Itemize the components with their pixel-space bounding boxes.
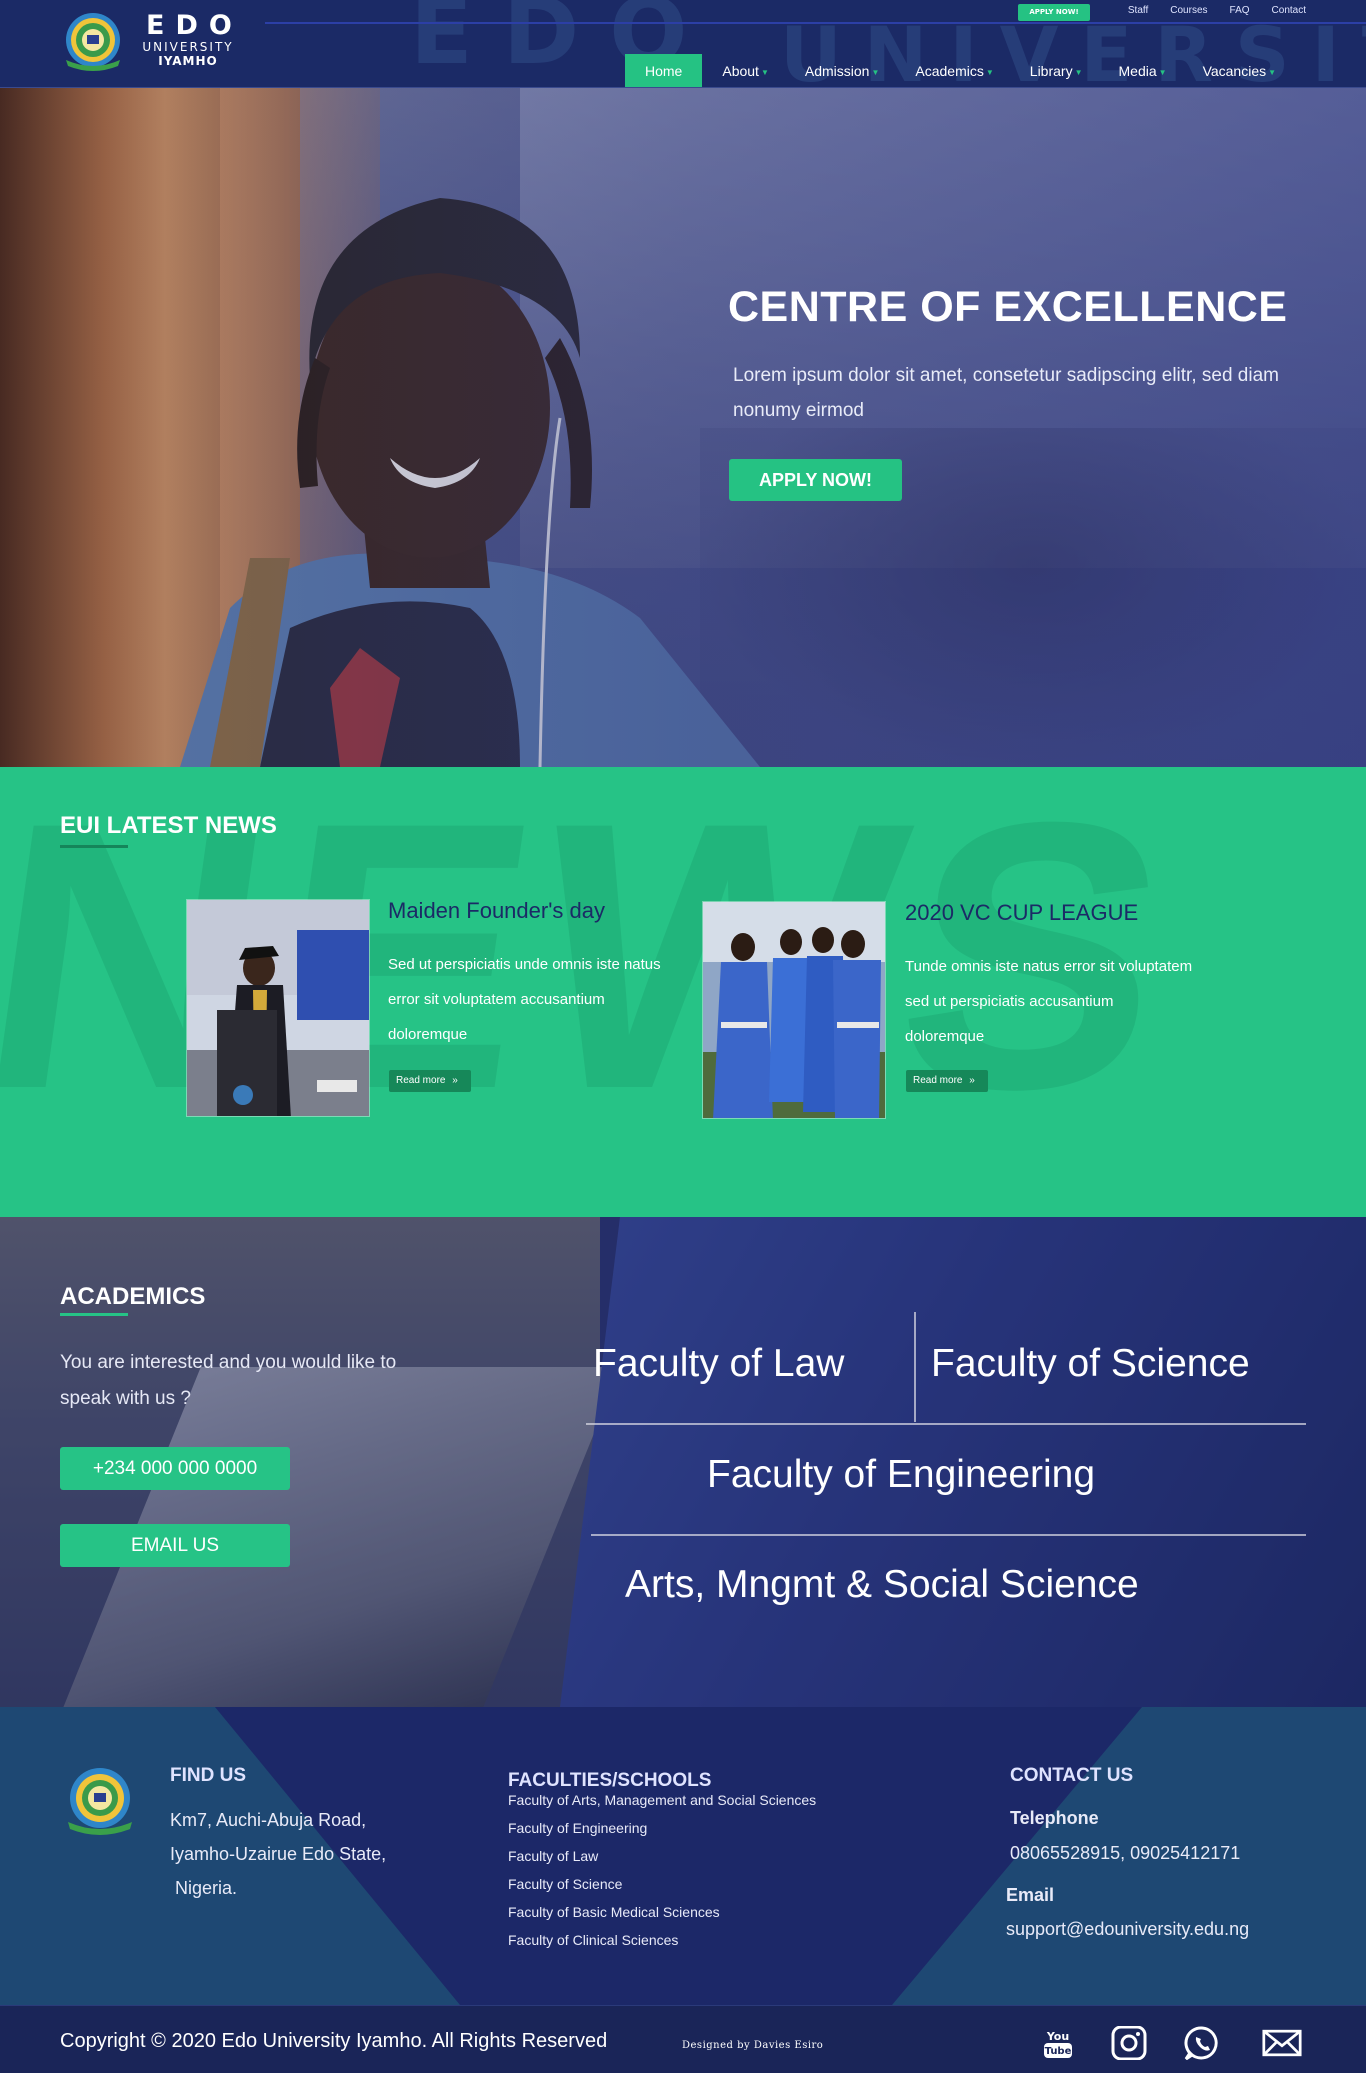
nav-label: Media (1118, 63, 1157, 79)
nav-label: Library (1029, 63, 1073, 79)
faculty-engineering-link[interactable]: Faculty of Engineering (707, 1453, 1095, 1497)
nav-item-library[interactable]: Library ▼ (1012, 54, 1101, 87)
news-image-vc-cup[interactable] (702, 901, 886, 1119)
top-utility-links: Staff Courses FAQ Contact (1128, 5, 1306, 16)
footer-faculty-clinical-link[interactable]: Faculty of Clinical Sciences (508, 1926, 816, 1954)
nav-item-about[interactable]: About ▼ (704, 54, 787, 87)
email-value[interactable]: support@edouniversity.edu.ng (1006, 1919, 1249, 1940)
address-block: Km7, Auchi-Abuja Road, Iyamho-Uzairue Ed… (170, 1803, 386, 1905)
caret-down-icon: ▼ (1158, 68, 1167, 77)
faculty-divider-2 (591, 1534, 1306, 1536)
address-line-2: Iyamho-Uzairue Edo State, (170, 1844, 387, 1864)
nav-item-home[interactable]: Home (625, 54, 703, 87)
telephone-label: Telephone (1010, 1808, 1099, 1828)
university-crest-icon[interactable] (58, 8, 128, 78)
instagram-icon[interactable] (1108, 2026, 1148, 2060)
nav-label: Vacancies (1202, 63, 1267, 79)
news-title-underline (60, 845, 128, 848)
bottom-bar: Copyright © 2020 Edo University Iyamho. … (0, 2005, 1366, 2073)
academics-text: You are interested and you would like to… (60, 1352, 397, 1409)
footer-faculty-list: Faculty of Arts, Management and Social S… (508, 1786, 816, 1954)
read-more-button-2[interactable]: Read more » (906, 1070, 988, 1092)
read-more-label: Read more (396, 1075, 446, 1086)
news-heading-1[interactable]: Maiden Founder's day (388, 898, 605, 924)
top-link-staff[interactable]: Staff (1128, 5, 1148, 16)
contact-title: CONTACT US (1010, 1765, 1134, 1786)
faculty-divider-1 (586, 1423, 1306, 1425)
faculty-science-link[interactable]: Faculty of Science (931, 1342, 1250, 1386)
copyright-text: Copyright © 2020 Edo University Iyamho. … (60, 2030, 608, 2052)
footer-faculty-basic-medical-link[interactable]: Faculty of Basic Medical Sciences (508, 1898, 816, 1926)
hero-title: CENTRE OF EXCELLENCE (728, 283, 1288, 331)
address-line-1: Km7, Auchi-Abuja Road, (170, 1810, 367, 1830)
nav-label: Home (645, 63, 683, 79)
logo-iyamho-text: IYAMHO (158, 54, 218, 68)
caret-down-icon: ▼ (1268, 68, 1277, 77)
read-more-button-1[interactable]: Read more » (389, 1070, 471, 1092)
caret-down-icon: ▼ (760, 68, 769, 77)
double-chevron-right-icon: » (969, 1075, 975, 1086)
hero-banner: CENTRE OF EXCELLENCE Lorem ipsum dolor s… (0, 88, 1366, 767)
nav-item-academics[interactable]: Academics ▼ (897, 54, 1011, 87)
nav-label: Admission (804, 63, 870, 79)
youtube-tube-text: Tube (1045, 2046, 1072, 2057)
faculty-law-link[interactable]: Faculty of Law (593, 1342, 844, 1386)
footer-faculty-engineering-link[interactable]: Faculty of Engineering (508, 1814, 816, 1842)
email-label: Email (1006, 1885, 1055, 1905)
news-body-1: Sed ut perspiciatis unde omnis iste natu… (388, 956, 661, 1043)
logo-wordmark[interactable]: EDO UNIVERSITY IYAMHO (138, 10, 243, 69)
address-line-3: Nigeria. (170, 1878, 238, 1898)
nav-label: Academics (915, 63, 984, 79)
designer-credit: Designed by Davies Esiro (682, 2040, 824, 2051)
faculty-divider-vertical (914, 1312, 916, 1422)
university-crest-icon (68, 1768, 132, 1835)
phone-button[interactable]: +234 000 000 0000 (60, 1447, 290, 1490)
site-footer: FIND US Km7, Auchi-Abuja Road, Iyamho-Uz… (0, 1707, 1366, 2005)
academics-title: ACADEMICS (60, 1283, 206, 1310)
whatsapp-icon[interactable] (1182, 2026, 1222, 2060)
academics-section: ACADEMICS You are interested and you wou… (0, 1217, 1366, 1707)
site-header: EDO UNIVERSITY EDO UNIVERSITY IYAMHO APP… (0, 0, 1366, 88)
youtube-icon[interactable]: You Tube (1038, 2026, 1078, 2060)
youtube-you-text: You (1046, 2030, 1069, 2043)
email-us-button[interactable]: EMAIL US (60, 1524, 290, 1567)
news-section: NEWS EUI LATEST NEWS Maiden Founder's da… (0, 767, 1366, 1217)
top-link-courses[interactable]: Courses (1170, 5, 1207, 16)
footer-faculty-science-link[interactable]: Faculty of Science (508, 1870, 816, 1898)
mail-icon[interactable] (1262, 2026, 1302, 2060)
top-apply-button[interactable]: APPLY NOW! (1018, 4, 1090, 21)
find-us-title: FIND US (170, 1765, 246, 1786)
hero-apply-button[interactable]: APPLY NOW! (729, 459, 902, 501)
news-section-title: EUI LATEST NEWS (60, 812, 277, 839)
header-divider (265, 22, 1366, 24)
news-heading-2[interactable]: 2020 VC CUP LEAGUE (905, 900, 1138, 926)
nav-item-vacancies[interactable]: Vacancies ▼ (1185, 54, 1294, 87)
faculty-arts-link[interactable]: Arts, Mngmt & Social Science (625, 1563, 1139, 1607)
telephone-value[interactable]: 08065528915, 09025412171 (1010, 1843, 1240, 1864)
caret-down-icon: ▼ (985, 68, 994, 77)
news-body-2: Tunde omnis iste natus error sit volupta… (905, 958, 1193, 1045)
nav-label: About (722, 63, 759, 79)
footer-faculty-arts-link[interactable]: Faculty of Arts, Management and Social S… (508, 1786, 816, 1814)
read-more-label: Read more (913, 1075, 963, 1086)
main-nav: Home About ▼ Admission ▼ Academics ▼ Librar… (625, 54, 1294, 87)
hero-description: Lorem ipsum dolor sit amet, consetetur s… (733, 365, 1279, 421)
footer-faculty-law-link[interactable]: Faculty of Law (508, 1842, 816, 1870)
double-chevron-right-icon: » (452, 1075, 458, 1086)
top-link-contact[interactable]: Contact (1272, 5, 1306, 16)
news-image-founders-day[interactable] (186, 899, 370, 1117)
logo-university-text: UNIVERSITY (142, 40, 234, 54)
caret-down-icon: ▼ (1074, 68, 1083, 77)
caret-down-icon: ▼ (871, 68, 880, 77)
nav-item-admission[interactable]: Admission ▼ (787, 54, 898, 87)
academics-title-underline (60, 1313, 128, 1316)
top-link-faq[interactable]: FAQ (1230, 5, 1250, 16)
logo-edo-text: EDO (146, 10, 243, 41)
nav-item-media[interactable]: Media ▼ (1101, 54, 1185, 87)
